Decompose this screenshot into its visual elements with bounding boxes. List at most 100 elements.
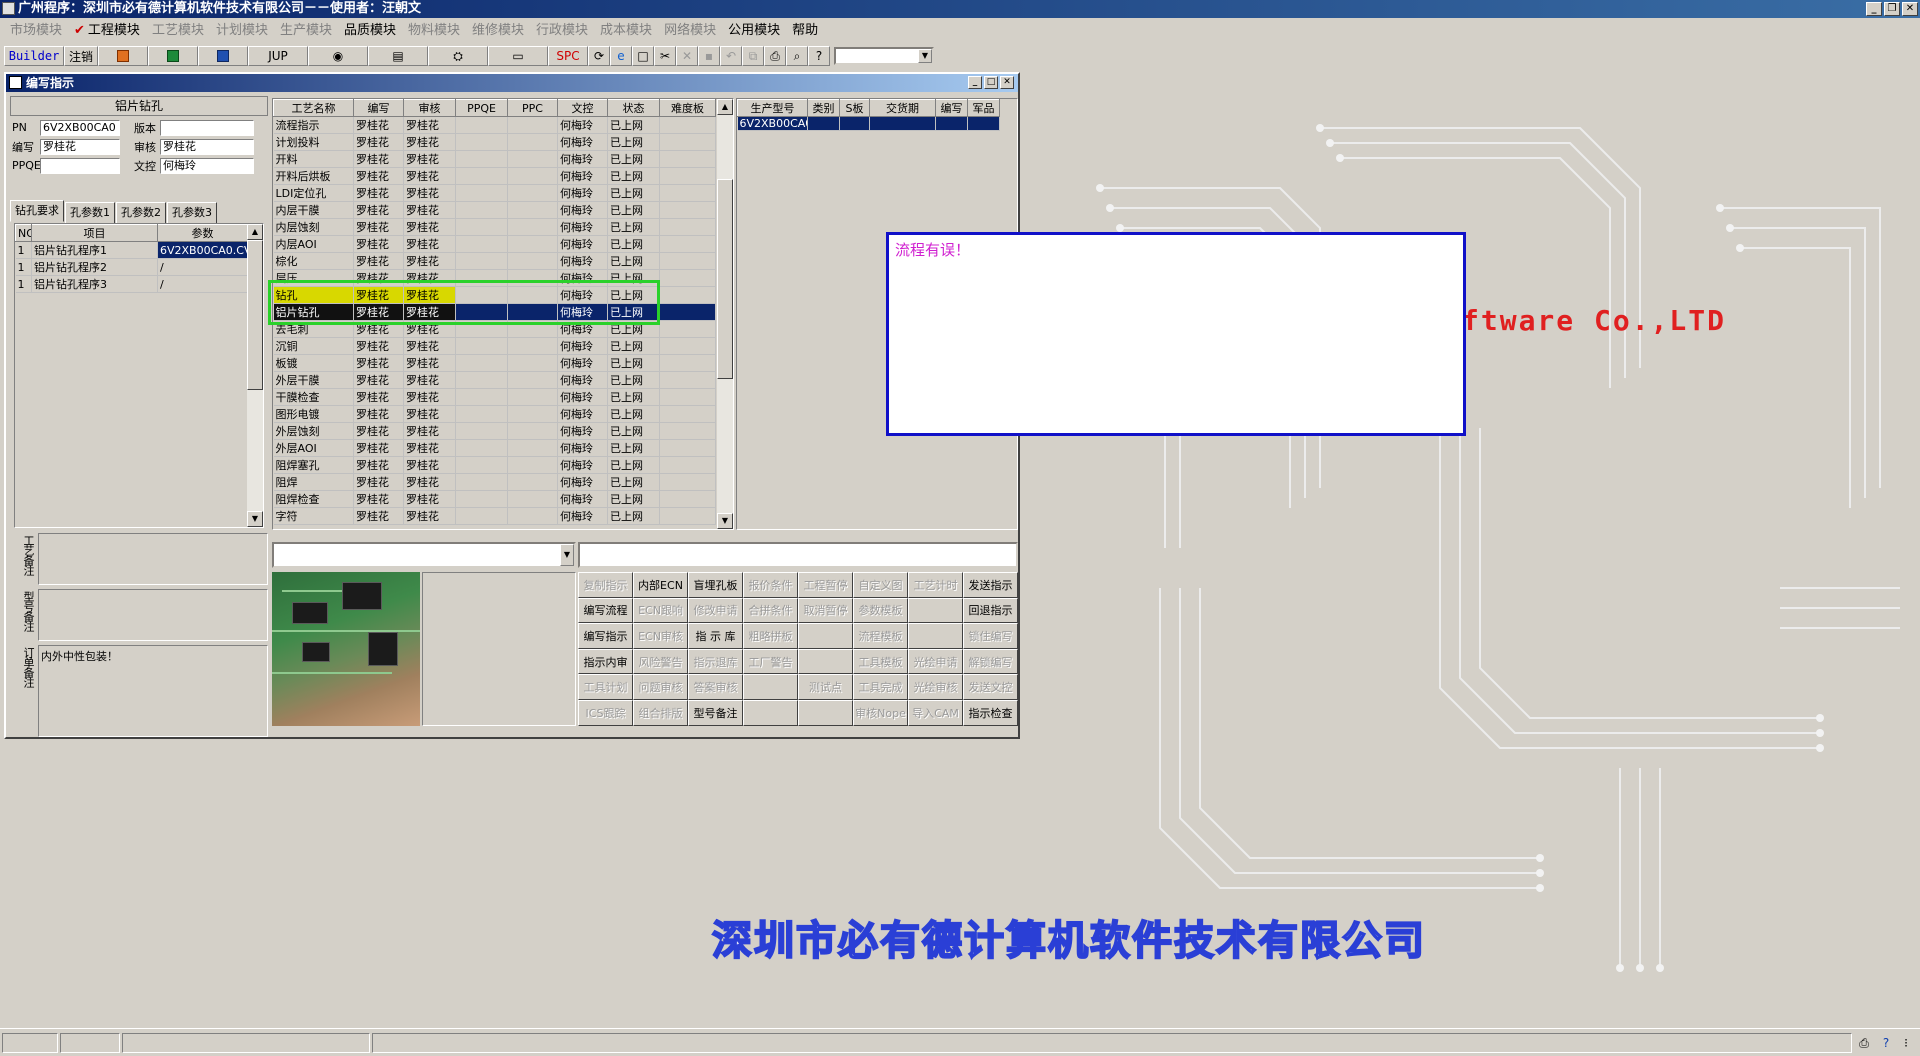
table-cell[interactable]: 已上网 (607, 269, 660, 287)
table-cell[interactable]: 罗桂花 (353, 150, 404, 168)
action-button-44[interactable] (798, 699, 853, 726)
table-cell[interactable]: 罗桂花 (353, 473, 404, 491)
table-row[interactable]: 阻焊 罗桂花 罗桂花 何梅玲 已上网 (273, 473, 716, 491)
table-cell[interactable] (507, 320, 558, 338)
table-cell[interactable]: 何梅玲 (557, 507, 608, 525)
table-cell[interactable] (507, 252, 558, 270)
table-row[interactable]: 6V2XB00CA0 (737, 116, 1000, 131)
refresh-button[interactable]: ⟳ (588, 46, 610, 66)
table-row[interactable]: 计划投料 罗桂花 罗桂花 何梅玲 已上网 (273, 133, 716, 151)
table-cell[interactable] (659, 252, 716, 270)
table-row[interactable]: 外层AOI 罗桂花 罗桂花 何梅玲 已上网 (273, 439, 716, 457)
table-row[interactable]: 沉铜 罗桂花 罗桂花 何梅玲 已上网 (273, 337, 716, 355)
table-cell[interactable]: 罗桂花 (353, 371, 404, 389)
table-row[interactable]: 外层蚀刻 罗桂花 罗桂花 何梅玲 已上网 (273, 422, 716, 440)
menu-item-8[interactable]: 行政模块 (530, 19, 594, 38)
table-cell[interactable]: 罗桂花 (353, 354, 404, 372)
action-button-18[interactable]: 指 示 库 (688, 623, 743, 649)
table-cell[interactable]: 罗桂花 (403, 456, 456, 474)
table-cell[interactable]: 字符 (273, 507, 354, 525)
menu-item-3[interactable]: 计划模块 (210, 19, 274, 38)
table-cell[interactable]: 已上网 (607, 320, 660, 338)
ie-button[interactable]: e (610, 46, 632, 66)
table-cell[interactable]: 已上网 (607, 354, 660, 372)
menu-item-10[interactable]: 网络模块 (658, 19, 722, 38)
scroll-up-icon[interactable]: ▲ (717, 99, 733, 115)
model-note-textarea[interactable] (38, 589, 268, 641)
action-button-24[interactable]: 指示内审 (578, 648, 633, 675)
table-cell[interactable]: 何梅玲 (557, 303, 608, 321)
table-cell[interactable]: 已上网 (607, 456, 660, 474)
action-button-33[interactable]: 问题审核 (633, 674, 688, 700)
table-cell[interactable] (455, 150, 508, 168)
table-cell[interactable] (455, 303, 508, 321)
table-cell[interactable] (659, 235, 716, 253)
table-cell[interactable] (455, 388, 508, 406)
table-cell[interactable]: 已上网 (607, 235, 660, 253)
table-cell[interactable]: 已上网 (607, 116, 660, 134)
table-cell[interactable]: 层压 (273, 269, 354, 287)
table-cell[interactable]: 已上网 (607, 167, 660, 185)
view-button[interactable]: ◉ (308, 46, 368, 66)
menu-item-6[interactable]: 物料模块 (402, 19, 466, 38)
table-cell[interactable]: 罗桂花 (403, 422, 456, 440)
table-cell[interactable]: 已上网 (607, 286, 660, 304)
table-row[interactable]: 棕化 罗桂花 罗桂花 何梅玲 已上网 (273, 252, 716, 270)
table-cell[interactable]: / (157, 275, 248, 293)
table-cell[interactable] (659, 303, 716, 321)
action-button-22[interactable] (908, 623, 963, 649)
table-cell[interactable]: 罗桂花 (353, 116, 404, 134)
table-cell[interactable] (507, 473, 558, 491)
table-cell[interactable]: 罗桂花 (403, 252, 456, 270)
version-field[interactable] (160, 119, 254, 136)
printer-status-icon[interactable]: ⎙ (1856, 1035, 1872, 1051)
table-cell[interactable]: 罗桂花 (353, 286, 404, 304)
table-cell[interactable]: 开料后烘板 (273, 167, 354, 185)
table-cell[interactable] (455, 320, 508, 338)
table-cell[interactable]: 已上网 (607, 439, 660, 457)
table-cell[interactable]: 罗桂花 (403, 235, 456, 253)
table-cell[interactable]: 罗桂花 (353, 201, 404, 219)
action-button-31[interactable]: 解锁编写 (963, 648, 1018, 675)
tab-0[interactable]: 钻孔要求 (10, 200, 64, 222)
table-cell[interactable]: 何梅玲 (557, 218, 608, 236)
table-cell[interactable]: 何梅玲 (557, 337, 608, 355)
table-row[interactable]: 钻孔 罗桂花 罗桂花 何梅玲 已上网 (273, 286, 716, 304)
table-row[interactable]: LDI定位孔 罗桂花 罗桂花 何梅玲 已上网 (273, 184, 716, 202)
delete-button[interactable]: ✕ (676, 46, 698, 66)
table-cell[interactable] (659, 320, 716, 338)
table-cell[interactable]: 罗桂花 (353, 388, 404, 406)
excel-button[interactable] (148, 46, 198, 66)
process-combo[interactable]: ▼ (272, 542, 576, 568)
undo-button[interactable]: ↶ (720, 46, 742, 66)
table-cell[interactable]: 何梅玲 (557, 422, 608, 440)
table-cell[interactable] (659, 439, 716, 457)
table-cell[interactable]: 罗桂花 (403, 371, 456, 389)
more-status-icon[interactable]: ⁝ (1898, 1035, 1914, 1051)
table-cell[interactable]: 已上网 (607, 473, 660, 491)
restore-icon[interactable]: ❐ (1884, 2, 1900, 16)
table-cell[interactable]: 罗桂花 (403, 490, 456, 508)
table-cell[interactable]: 板镀 (273, 354, 354, 372)
table-cell[interactable]: 罗桂花 (403, 354, 456, 372)
table-row[interactable]: 字符 罗桂花 罗桂花 何梅玲 已上网 (273, 507, 716, 525)
table-cell[interactable] (659, 286, 716, 304)
table-cell[interactable] (455, 337, 508, 355)
table-cell[interactable]: 内层蚀刻 (273, 218, 354, 236)
table-cell[interactable]: 阻焊检查 (273, 490, 354, 508)
table-cell[interactable]: 已上网 (607, 218, 660, 236)
menu-item-4[interactable]: 生产模块 (274, 19, 338, 38)
table-cell[interactable]: 罗桂花 (403, 439, 456, 457)
table-row[interactable]: 流程指示 罗桂花 罗桂花 何梅玲 已上网 (273, 116, 716, 134)
table-cell[interactable] (659, 269, 716, 287)
action-button-27[interactable]: 工厂警告 (743, 648, 798, 675)
action-button-15[interactable]: 回退指示 (963, 597, 1018, 624)
table-cell[interactable]: 罗桂花 (403, 167, 456, 185)
jup-button[interactable]: JUP (248, 46, 308, 66)
table-cell[interactable] (455, 201, 508, 219)
menu-item-2[interactable]: 工艺模块 (146, 19, 210, 38)
table-cell[interactable]: 罗桂花 (353, 439, 404, 457)
spc-button[interactable]: SPC (548, 46, 588, 66)
table-row[interactable]: 开料后烘板 罗桂花 罗桂花 何梅玲 已上网 (273, 167, 716, 185)
scroll-down-icon[interactable]: ▼ (247, 511, 263, 527)
